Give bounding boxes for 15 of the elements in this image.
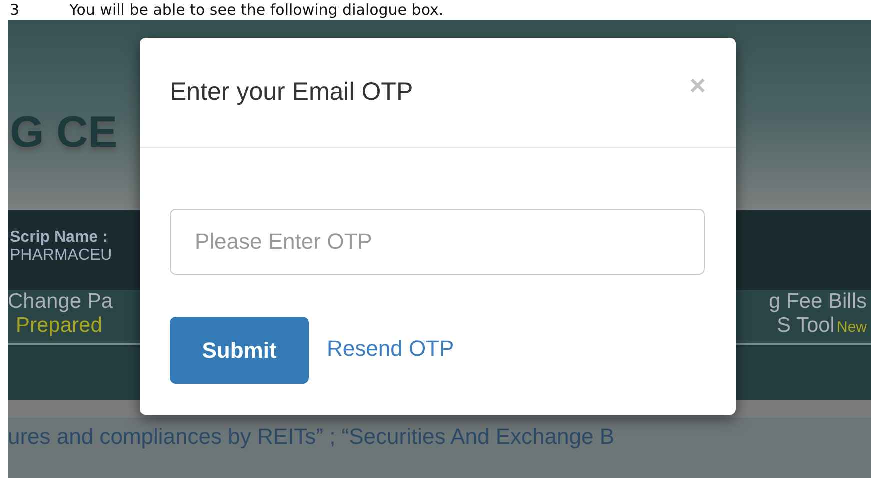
step-number: 3 bbox=[10, 0, 20, 20]
scrip-value: PHARMACEU bbox=[10, 247, 112, 265]
notice-text: ures and compliances by REITs” ; “Securities And Exchange B bbox=[8, 424, 615, 450]
dialog-title: Enter your Email OTP bbox=[170, 78, 414, 107]
new-label: New bbox=[836, 319, 867, 336]
page-heading: G CE bbox=[10, 108, 118, 158]
menu-link[interactable]: Prepared bbox=[16, 314, 114, 338]
scrip-label: Scrip Name : bbox=[10, 229, 108, 247]
menu-link[interactable]: Change Pa bbox=[8, 290, 114, 314]
menu-link[interactable]: S Tool bbox=[776, 314, 835, 338]
submit-button[interactable]: Submit bbox=[170, 317, 309, 384]
otp-input-field[interactable]: Please Enter OTP bbox=[170, 209, 705, 275]
caption-text: You will be able to see the following dialogue box. bbox=[70, 0, 444, 20]
resend-otp-link[interactable]: Resend OTP bbox=[327, 336, 454, 362]
menu-link[interactable]: g Fee Bills bbox=[768, 290, 867, 314]
